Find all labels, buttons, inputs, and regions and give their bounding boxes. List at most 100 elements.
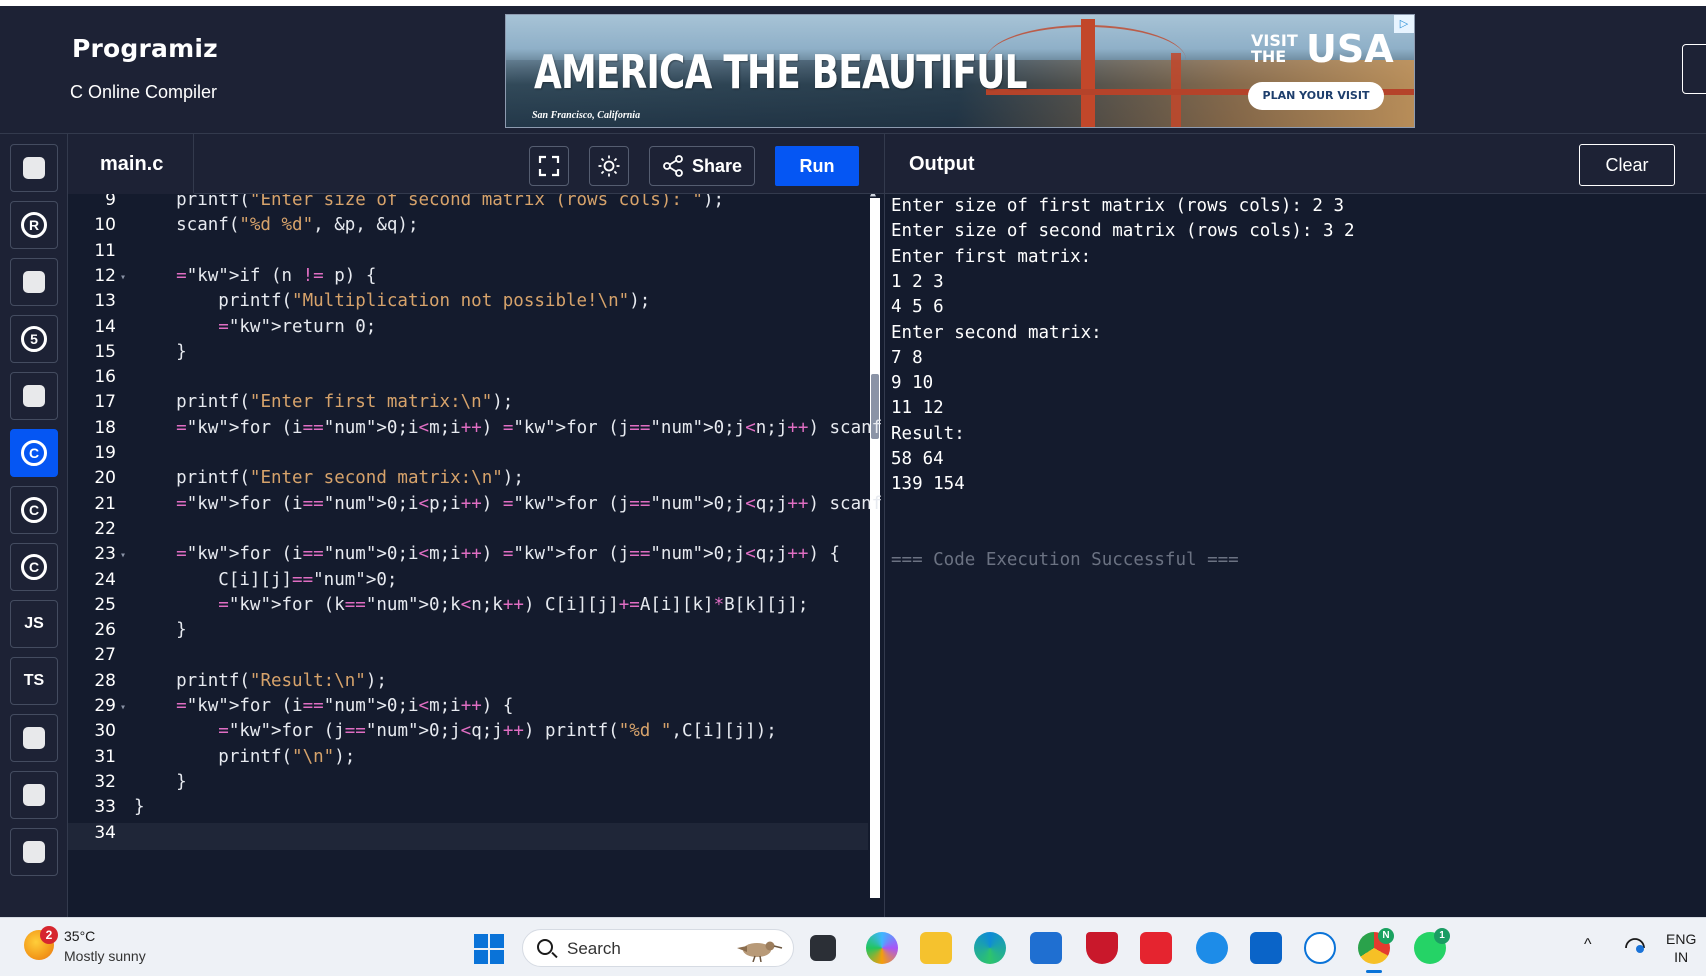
edge-icon[interactable] [974,932,1006,964]
sidebar-item-ts[interactable]: TS [10,657,58,705]
c-icon: C [21,440,47,466]
line-number: 18 [94,417,116,438]
code-line[interactable]: 21 ="kw">for (i=="num">0;i<p;i++) ="kw">… [68,493,884,522]
sidebar-item-swift[interactable] [10,828,58,876]
advertisement-banner[interactable]: AMERICA THE BEAUTIFUL San Francisco, Cal… [505,14,1415,128]
file-explorer-icon[interactable] [920,932,952,964]
page-title: C Online Compiler [70,82,218,102]
chevron-up-icon[interactable]: ^ [1584,936,1592,954]
code-line[interactable]: 22 [68,519,868,547]
network-icon[interactable] [1624,936,1646,954]
chrome-profile-badge: N [1378,928,1394,944]
code-line[interactable]: 25 ="kw">for (k=="num">0;k<n;k++) C[i][j… [68,595,868,623]
sidebar-item-html[interactable]: 5 [10,315,58,363]
sidebar-item-cpp[interactable]: C [10,486,58,534]
taskbar-search[interactable]: Search [522,929,794,967]
wps-office-icon[interactable] [1140,932,1172,964]
code-line[interactable]: 17 printf("Enter first matrix:\n"); [68,392,868,420]
sidebar-item-php[interactable] [10,771,58,819]
fold-arrow-icon[interactable]: ▾ [120,272,126,283]
weather-temp[interactable]: 35°C [64,928,95,944]
code-line[interactable]: 30 ="kw">for (j=="num">0;j<q;j++) printf… [68,721,868,749]
js-icon: JS [24,615,44,632]
php-icon [23,784,45,806]
code-text: printf("Result:\n"); [134,670,387,691]
language-indicator[interactable]: ENG IN [1666,930,1696,966]
code-line[interactable]: 14 ="kw">return 0; [68,317,868,345]
task-view-icon[interactable] [810,935,836,961]
code-line[interactable]: 10 scanf("%d %d", &p, &q); [68,215,868,243]
code-line[interactable]: 12 ▾ ="kw">if (n != p) { [68,266,868,294]
output-toolbar: Output Clear [884,134,1706,194]
code-line[interactable]: 31 printf("\n"); [68,747,868,775]
windows-start-icon[interactable] [474,934,504,964]
code-line[interactable]: 20 printf("Enter second matrix:\n"); [68,468,868,496]
code-line[interactable]: 13 printf("Multiplication not possible!\… [68,291,868,319]
share-button[interactable]: Share [649,146,755,186]
line-number: 12 [94,265,116,286]
help-icon[interactable] [1196,932,1228,964]
code-line[interactable]: 11 [68,241,868,269]
fullscreen-button[interactable] [529,146,569,186]
code-line[interactable]: 28 printf("Result:\n"); [68,671,868,699]
line-number: 34 [94,822,116,843]
code-text: } [134,797,145,818]
code-line[interactable]: 24 C[i][j]=="num">0; [68,570,868,598]
code-line[interactable]: 15 } [68,342,868,370]
share-label: Share [691,155,743,176]
tab-main-c[interactable]: main.c [68,134,194,195]
sidebar-item-java[interactable] [10,372,58,420]
line-number: 17 [94,392,116,413]
ad-caption: San Francisco, California [532,110,641,121]
output-console[interactable]: Enter size of first matrix (rows cols): … [884,194,1706,917]
code-line[interactable]: 16 [68,367,868,395]
line-number: 20 [94,468,116,489]
r-icon: R [21,212,47,238]
code-line[interactable]: 27 [68,645,868,673]
weather-desc[interactable]: Mostly sunny [64,948,146,964]
line-number: 21 [94,493,116,514]
code-line[interactable]: 29 ▾ ="kw">for (i=="num">0;i<m;i++) { [68,696,868,724]
programiz-logo[interactable]: Programiz [72,34,218,63]
line-number: 16 [94,367,116,388]
line-number: 13 [94,291,116,312]
code-line[interactable]: 9 printf("Enter size of second matrix (r… [68,194,868,218]
code-line[interactable]: 26 } [68,620,868,648]
code-text: ="kw">for (k=="num">0;k<n;k++) C[i][j]+=… [218,594,809,615]
code-line[interactable]: 18 ="kw">for (i=="num">0;i<m;i++) ="kw">… [68,417,884,446]
sidebar-item-go[interactable] [10,714,58,762]
sidebar-item-sql[interactable] [10,258,58,306]
run-button[interactable]: Run [775,146,859,186]
code-line[interactable]: 32 } [68,772,868,800]
code-line[interactable]: 34 [68,822,868,850]
sidebar-item-python[interactable] [10,144,58,192]
whatsapp-badge: 1 [1434,928,1450,944]
code-text: C[i][j]=="num">0; [134,569,398,590]
header-menu-button[interactable] [1682,44,1706,94]
fold-arrow-icon[interactable]: ▾ [120,550,126,561]
search-icon [537,939,553,955]
ad-plan-visit-button[interactable]: PLAN YOUR VISIT [1248,82,1384,110]
sidebar-item-csharp[interactable]: C [10,543,58,591]
fold-arrow-icon[interactable]: ▾ [120,702,126,713]
sidebar-item-c[interactable]: C [10,429,58,477]
bird-illustration-icon [737,941,783,962]
outlook-icon[interactable] [1250,932,1282,964]
python-icon [23,157,45,179]
code-editor[interactable]: ▲ 9 printf("Enter size of second matrix … [68,194,884,917]
sidebar-item-r[interactable]: R [10,201,58,249]
copilot-icon[interactable] [866,932,898,964]
microsoft-store-icon[interactable] [1030,932,1062,964]
mcafee-icon[interactable] [1086,932,1118,964]
code-line[interactable]: 23 ▾ ="kw">for (i=="num">0;i<m;i++) ="kw"… [68,544,868,572]
hp-icon[interactable] [1304,932,1336,964]
theme-toggle-button[interactable] [589,146,629,186]
sidebar-item-js[interactable]: JS [10,600,58,648]
code-line[interactable]: 33} [68,797,868,825]
code-line[interactable]: 19 [68,443,868,471]
go-icon [23,727,45,749]
clear-button[interactable]: Clear [1579,144,1675,186]
ad-choices-icon[interactable]: ▷ [1394,15,1414,33]
editor-scrollbar[interactable] [870,198,880,898]
output-line: Enter size of second matrix (rows cols):… [891,221,1355,242]
